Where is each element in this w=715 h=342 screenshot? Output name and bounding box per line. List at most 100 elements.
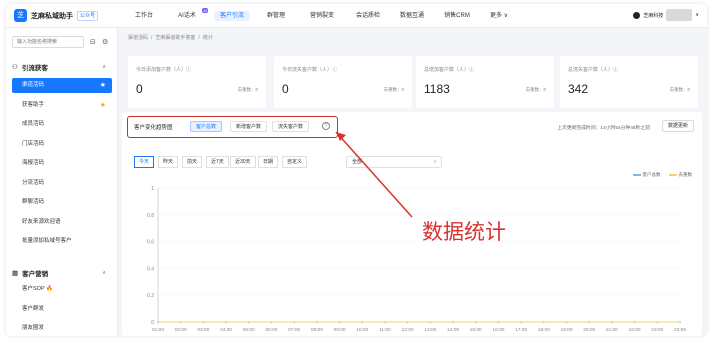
nav-item-label: 销售CRM bbox=[444, 13, 470, 19]
sidebar-search-input[interactable] bbox=[12, 36, 84, 48]
date-filter-button[interactable]: 近7天 bbox=[206, 156, 229, 168]
nav-item[interactable]: 数据互通 bbox=[390, 4, 434, 28]
x-tick-label: 03:00 bbox=[197, 327, 209, 333]
sidebar-item[interactable]: 分流活码 bbox=[12, 176, 112, 191]
ai-badge: AI bbox=[202, 8, 208, 13]
stat-dedup-count: 去重数：0 bbox=[237, 87, 258, 92]
x-tick-label: 09:00 bbox=[334, 327, 346, 333]
sidebar-item-label: 成员活码 bbox=[22, 121, 45, 127]
x-tick-label: 08:00 bbox=[311, 327, 323, 333]
data-point bbox=[542, 321, 545, 323]
date-filter-button[interactable]: 昨天 bbox=[158, 156, 179, 168]
avatar[interactable] bbox=[666, 9, 693, 21]
stat-value: 0 bbox=[282, 82, 289, 96]
sidebar-item[interactable]: 门店活码 bbox=[12, 137, 112, 152]
stat-value: 0 bbox=[136, 82, 143, 96]
sidebar-item[interactable]: 好友来源欢迎语 bbox=[12, 215, 112, 230]
nav-item[interactable]: AI话术 AI bbox=[164, 4, 210, 28]
date-filter-button[interactable]: 今天 bbox=[134, 156, 155, 168]
sidebar-group-lead[interactable]: ⚇ 引流获客 ∧ bbox=[12, 62, 110, 72]
sidebar-item-label: 好友来源欢迎语 bbox=[22, 218, 61, 225]
sidebar-item[interactable]: 群聊活码 bbox=[12, 195, 112, 210]
collapse-icon[interactable]: ⊟ bbox=[90, 38, 96, 46]
data-point bbox=[656, 321, 659, 323]
nav-item-label: 数据互通 bbox=[399, 13, 424, 19]
select-value: 全部 bbox=[352, 159, 363, 165]
sidebar-item[interactable]: 客户SOP 🔥 bbox=[12, 282, 112, 297]
data-point bbox=[679, 321, 681, 323]
question-icon[interactable]: ? bbox=[322, 122, 330, 130]
star-icon[interactable]: ★ bbox=[100, 78, 106, 93]
account-type-badge[interactable]: 公众号 bbox=[77, 10, 99, 21]
metric-tab[interactable]: 新增客户数 bbox=[230, 121, 268, 132]
x-tick-label: 16:00 bbox=[492, 327, 504, 333]
trend-chart: 0 0.2 0.4 0.6 0.8 1 01:00 02:00 03:00 04:00 05:00 0… bbox=[147, 186, 686, 333]
data-point bbox=[497, 321, 500, 323]
stat-card: 今日添加客户数（人）ⓘ 0 去重数：0 bbox=[128, 56, 266, 108]
data-point bbox=[270, 321, 273, 323]
data-point bbox=[247, 321, 250, 323]
sidebar-item-label: 获客助手 bbox=[22, 101, 45, 108]
last-update-text: 上次更新完成时间：14小时54分钟48秒之前 bbox=[557, 126, 650, 131]
x-tick-label: 12:00 bbox=[402, 327, 414, 333]
date-filter-button[interactable]: 近30天 bbox=[230, 156, 256, 168]
chevron-down-icon[interactable]: ∨ bbox=[695, 12, 699, 18]
nav-item[interactable]: 营销裂变 bbox=[298, 4, 346, 28]
nav-item[interactable]: 群管理 bbox=[254, 4, 298, 28]
nav-item[interactable]: 工作台 bbox=[124, 4, 164, 28]
nav-item[interactable]: 更多 ∨ bbox=[480, 4, 518, 28]
x-tick-label: 20:00 bbox=[583, 327, 595, 333]
annotation-text: 数据统计 bbox=[422, 220, 506, 244]
y-tick-label: 0.6 bbox=[147, 240, 154, 246]
user-plus-icon: ⚇ bbox=[12, 64, 18, 71]
sidebar-item[interactable]: 成员活码 bbox=[12, 117, 112, 132]
nav-item[interactable]: 销售CRM bbox=[434, 4, 480, 28]
sidebar-item[interactable]: 渠道活码 ★ bbox=[12, 78, 112, 93]
refresh-data-button[interactable]: 数据更新 bbox=[661, 120, 694, 132]
user-menu[interactable]: 芝麻科技 ∨ bbox=[633, 9, 699, 21]
sidebar-item-label: 分流活码 bbox=[22, 179, 45, 186]
data-point bbox=[293, 321, 296, 323]
sidebar-item-label: 群聊活码 bbox=[22, 199, 45, 205]
sidebar-item[interactable]: 朋友圈发 bbox=[12, 321, 112, 336]
date-filter-button[interactable]: 自定义 bbox=[282, 156, 308, 168]
data-point bbox=[474, 321, 477, 323]
x-tick-label: 11:00 bbox=[379, 327, 391, 333]
data-point bbox=[202, 321, 205, 323]
breadcrumb-item[interactable]: 芝麻渠道助手答客 bbox=[155, 35, 195, 41]
stat-label: 今日添加客户数（人）ⓘ bbox=[136, 67, 192, 73]
data-point bbox=[225, 321, 227, 323]
sidebar-item[interactable]: 批量添加私域号客户 bbox=[12, 234, 112, 249]
data-point bbox=[157, 321, 159, 323]
date-filter-button[interactable]: 日期 bbox=[258, 156, 279, 168]
scope-select[interactable]: 全部 ∨ bbox=[346, 156, 442, 168]
x-tick-label: 23:00 bbox=[651, 327, 663, 333]
sidebar-item[interactable]: 海报活码 bbox=[12, 156, 112, 171]
metric-tab[interactable]: 客户总数 bbox=[190, 121, 223, 132]
nav-item[interactable]: 客户引流 bbox=[210, 4, 254, 28]
y-tick-label: 0 bbox=[151, 320, 154, 326]
nav-item[interactable]: 会话质检 bbox=[346, 4, 390, 28]
star-icon[interactable]: ★ bbox=[100, 98, 106, 113]
sidebar: ⊟ ⚙ ⚇ 引流获客 ∧ 渠道活码 ★ 获客助手 ★ 成员活码门店活码海报活码分流活码群… bbox=[6, 28, 118, 336]
chevron-down-icon: ∨ bbox=[433, 159, 437, 165]
date-filter-button[interactable]: 前天 bbox=[182, 156, 203, 168]
trend-panel: 客户变化趋势图 客户总数 新增客户数 流失客户数 ? 上次更新完成时间：14小时54… bbox=[122, 112, 702, 336]
app-name: 芝麻私域助手 bbox=[31, 12, 73, 20]
sidebar-item-label: 朋友圈发 bbox=[22, 325, 45, 331]
sidebar-item[interactable]: 获客助手 ★ bbox=[12, 98, 112, 113]
stat-card: 总流失客户数（人）ⓘ 342 去重数：0 bbox=[560, 56, 698, 108]
data-point bbox=[611, 321, 613, 323]
data-point bbox=[338, 321, 341, 323]
logo[interactable]: 芝 芝麻私域助手 公众号 bbox=[14, 9, 99, 22]
sidebar-group-label: 引流获客 bbox=[21, 65, 48, 72]
sidebar-group-marketing[interactable]: ▦ 客户营销 ∧ bbox=[12, 268, 110, 278]
x-tick-label: 04:00 bbox=[220, 327, 232, 333]
x-tick-label: 17:00 bbox=[515, 327, 527, 333]
settings-icon[interactable]: ⚙ bbox=[102, 38, 108, 46]
metric-tab[interactable]: 流失客户数 bbox=[272, 121, 310, 132]
stat-value: 342 bbox=[568, 82, 589, 96]
breadcrumb-item[interactable]: 渠道活码 bbox=[128, 35, 148, 41]
sidebar-item[interactable]: 客户群发 bbox=[12, 302, 112, 317]
x-tick-label: 22:00 bbox=[629, 327, 641, 333]
